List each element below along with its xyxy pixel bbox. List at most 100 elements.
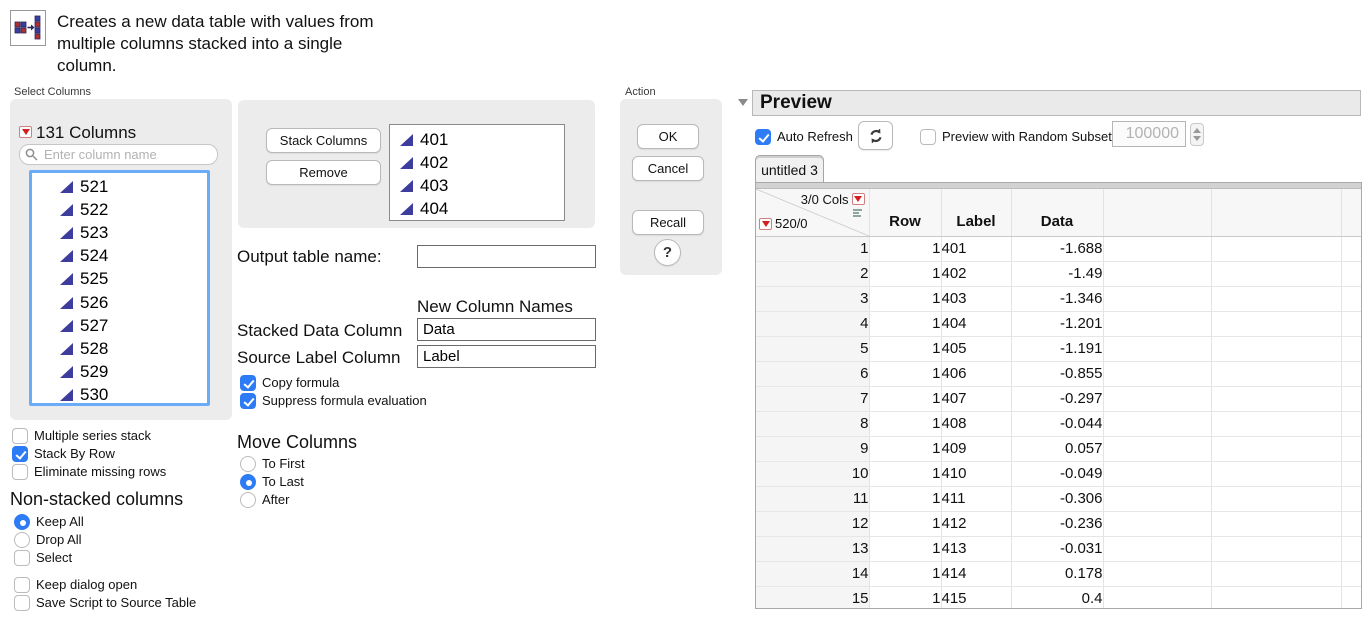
empty-cell [1103, 336, 1212, 362]
empty-cell [1103, 411, 1212, 437]
columns-panel-menu-icon[interactable] [851, 193, 865, 205]
stacked-data-column-input[interactable] [417, 318, 596, 341]
select-columns-section-label: Select Columns [14, 86, 92, 98]
preview-tab-untitled-3[interactable]: untitled 3 [755, 155, 824, 183]
output-table-name-input[interactable] [417, 245, 596, 268]
column-header-empty [1103, 189, 1212, 237]
row-number-cell[interactable]: 13 [756, 536, 870, 562]
random-subset-checkbox[interactable] [920, 128, 936, 145]
column-list-item[interactable]: 529 [32, 361, 207, 384]
label-value-cell: 408 [941, 411, 1012, 437]
stack-columns-button[interactable]: Stack Columns [266, 128, 381, 153]
row-number-cell[interactable]: 9 [756, 436, 870, 462]
cancel-button[interactable]: Cancel [632, 156, 704, 181]
label-value-cell: 403 [941, 286, 1012, 312]
column-list-item[interactable]: 522 [32, 198, 207, 221]
column-list-item[interactable]: 526 [32, 291, 207, 314]
row-value-cell: 1 [869, 586, 942, 608]
random-subset-option: Preview with Random Subset [920, 128, 1112, 145]
source-label-column-label: Source Label Column [237, 348, 401, 367]
column-list-item[interactable]: 528 [32, 337, 207, 360]
help-button[interactable]: ? [654, 239, 681, 266]
row-number-cell[interactable]: 2 [756, 261, 870, 287]
column-list-item[interactable]: 523 [32, 221, 207, 244]
keep-dialog-open-checkbox[interactable] [14, 576, 30, 593]
drop-all-radio[interactable] [14, 531, 30, 548]
empty-cell [1103, 236, 1212, 262]
row-number-cell[interactable]: 10 [756, 461, 870, 487]
to-first-radio[interactable] [240, 455, 256, 472]
copy-formula-checkbox[interactable] [240, 374, 256, 391]
stacked-column-name: 404 [420, 198, 449, 218]
keep-all-radio[interactable] [14, 513, 30, 530]
row-number-cell[interactable]: 11 [756, 486, 870, 512]
ok-button[interactable]: OK [637, 124, 699, 149]
recall-button[interactable]: Recall [632, 210, 704, 235]
column-header-empty [1211, 189, 1342, 237]
empty-cell [1341, 286, 1361, 312]
row-number-cell[interactable]: 15 [756, 586, 870, 608]
empty-cell [1341, 486, 1361, 512]
empty-cell [1103, 586, 1212, 608]
after-option: After [240, 491, 289, 508]
column-list-item[interactable]: 524 [32, 245, 207, 268]
subset-size-input[interactable]: 100000 [1112, 121, 1186, 147]
data-value-cell: -0.031 [1011, 536, 1104, 562]
source-label-column-input[interactable] [417, 345, 596, 368]
refresh-button[interactable] [858, 121, 893, 150]
column-list-item[interactable]: 525 [32, 268, 207, 291]
multiple-series-stack-checkbox[interactable] [12, 427, 28, 444]
row-number-cell[interactable]: 5 [756, 336, 870, 362]
preview-table: 3/0 Cols 520/0 Row Label Data 1 1 401 -1… [756, 189, 1361, 608]
remove-button[interactable]: Remove [266, 160, 381, 185]
stacked-column-item[interactable]: 404 [390, 197, 564, 220]
stack-by-row-checkbox[interactable] [12, 445, 28, 462]
row-number-cell[interactable]: 12 [756, 511, 870, 537]
save-script-option: Save Script to Source Table [14, 594, 196, 611]
row-value-cell: 1 [869, 511, 942, 537]
select-checkbox[interactable] [14, 549, 30, 566]
preview-disclosure-icon[interactable] [738, 99, 748, 106]
row-number-cell[interactable]: 7 [756, 386, 870, 412]
stacked-column-item[interactable]: 402 [390, 151, 564, 174]
column-header-row[interactable]: Row [869, 189, 942, 237]
rows-summary: 520/0 [775, 215, 808, 231]
column-list-item[interactable]: 521 [32, 175, 207, 198]
row-value-cell: 1 [869, 286, 942, 312]
save-script-checkbox[interactable] [14, 594, 30, 611]
label-value-cell: 409 [941, 436, 1012, 462]
column-list-item[interactable]: 530 [32, 384, 207, 403]
stacked-column-item[interactable]: 401 [390, 128, 564, 151]
cols-summary: 3/0 Cols [800, 192, 849, 207]
label-value-cell: 405 [941, 336, 1012, 362]
source-columns-list[interactable]: 521 522 523 524 525 526 527 528 529 530 [29, 170, 210, 406]
empty-cell [1211, 286, 1342, 312]
row-number-cell[interactable]: 6 [756, 361, 870, 387]
rows-panel-menu-icon[interactable] [759, 217, 772, 230]
stacked-columns-list[interactable]: 401 402 403 404 [389, 124, 565, 221]
continuous-column-icon [60, 319, 73, 332]
empty-cell [1341, 386, 1361, 412]
column-search-input[interactable] [19, 144, 218, 165]
row-number-cell[interactable]: 14 [756, 561, 870, 587]
column-header-label[interactable]: Label [941, 189, 1012, 237]
row-number-cell[interactable]: 3 [756, 286, 870, 312]
row-number-cell[interactable]: 4 [756, 311, 870, 337]
suppress-formula-checkbox[interactable] [240, 392, 256, 409]
row-number-cell[interactable]: 1 [756, 236, 870, 262]
auto-refresh-checkbox[interactable] [755, 128, 771, 145]
subset-stepper[interactable] [1190, 123, 1204, 146]
after-radio[interactable] [240, 491, 256, 508]
preview-title-bar[interactable]: Preview [752, 90, 1361, 116]
column-header-data[interactable]: Data [1011, 189, 1104, 237]
to-last-radio[interactable] [240, 473, 256, 490]
columns-list-icon[interactable] [852, 209, 862, 218]
column-list-item[interactable]: 527 [32, 314, 207, 337]
label-value-cell: 404 [941, 311, 1012, 337]
drop-all-option: Drop All [14, 531, 82, 548]
stacked-column-item[interactable]: 403 [390, 174, 564, 197]
eliminate-missing-rows-checkbox[interactable] [12, 463, 28, 480]
row-number-cell[interactable]: 8 [756, 411, 870, 437]
empty-cell [1103, 311, 1212, 337]
columns-menu-icon[interactable] [19, 126, 32, 138]
